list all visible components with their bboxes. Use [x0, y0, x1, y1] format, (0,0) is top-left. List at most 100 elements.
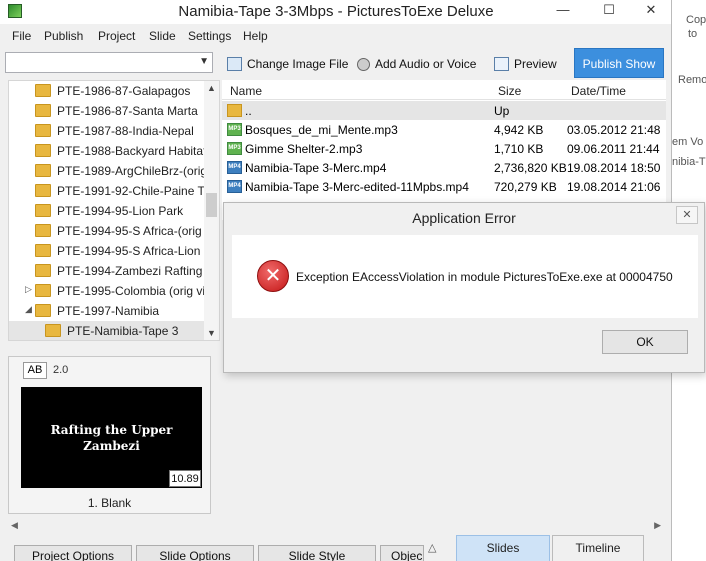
close-button[interactable]: ✕	[636, 0, 666, 22]
column-date[interactable]: Date/Time	[571, 84, 626, 98]
bg-text: Remo	[678, 74, 706, 86]
folder-open-icon	[45, 324, 61, 337]
column-name[interactable]: Name	[230, 84, 262, 98]
mp4-file-icon: MP4	[227, 161, 242, 174]
error-dialog: Application Error ✕ ✕ Exception EAccessV…	[223, 202, 705, 373]
tree-item[interactable]: PTE-1986-87-Galapagos	[9, 81, 205, 101]
tree-item[interactable]: PTE-1986-87-Santa Marta	[9, 101, 205, 121]
slide-options-button[interactable]: Slide Options	[136, 545, 254, 561]
slide-thumbnail[interactable]: Rafting the Upper Zambezi 10.89	[21, 387, 202, 488]
dialog-close-button[interactable]: ✕	[676, 206, 698, 224]
file-row[interactable]: MP3 Bosques_de_mi_Mente.mp3 4,942 KB 03.…	[222, 120, 666, 139]
minimize-button[interactable]: —	[548, 0, 578, 22]
tab-timeline[interactable]: Timeline	[552, 535, 644, 561]
file-name: Namibia-Tape 3-Merc.mp4	[245, 161, 387, 175]
preview-icon	[494, 57, 509, 71]
folder-icon	[35, 84, 51, 97]
folder-icon	[35, 244, 51, 257]
tree-item-label: PTE-1987-88-India-Nepal	[57, 124, 194, 138]
bg-text: to	[688, 28, 698, 40]
horizontal-scrollbar[interactable]: ◀ ▶	[8, 519, 664, 533]
mp4-file-icon: MP4	[227, 180, 242, 193]
project-options-button[interactable]: Project Options	[14, 545, 132, 561]
slide-list[interactable]: AB 2.0 Rafting the Upper Zambezi 10.89 1…	[8, 356, 211, 514]
tree-item[interactable]: PTE-1994-95-S Africa-(orig v	[9, 221, 205, 241]
publish-show-button[interactable]: Publish Show	[574, 48, 664, 78]
tree-item-label: PTE-1986-87-Santa Marta	[57, 104, 198, 118]
dialog-title: Application Error	[412, 210, 516, 226]
file-row[interactable]: MP4 Namibia-Tape 3-Merc.mp4 2,736,820 KB…	[222, 158, 666, 177]
slide-style-button[interactable]: Slide Style	[258, 545, 376, 561]
file-date: 19.08.2014 21:06	[567, 180, 661, 194]
tree-item[interactable]: PTE-1989-ArgChileBrz-(orig	[9, 161, 205, 181]
slide-duration: 10.89	[169, 470, 201, 487]
menu-settings[interactable]: Settings	[188, 29, 231, 43]
file-size: Up	[494, 104, 510, 118]
tab-slides[interactable]: Slides	[456, 535, 550, 561]
bg-text: Cop	[686, 14, 706, 26]
scroll-thumb[interactable]	[206, 193, 217, 217]
tree-item[interactable]: PTE-1994-95-Lion Park	[9, 201, 205, 221]
chevron-down-icon[interactable]: ▼	[199, 56, 209, 67]
tree-item[interactable]: ◢ PTE-1997-Namibia	[9, 301, 205, 321]
objects-button[interactable]: Objec	[380, 545, 424, 561]
menu-help[interactable]: Help	[243, 29, 268, 43]
tree-item[interactable]: ▷ PTE-1995-Colombia (orig vi	[9, 281, 205, 301]
menu-file[interactable]: File	[12, 29, 31, 43]
collapse-icon[interactable]: ◢	[25, 304, 32, 315]
folder-icon	[35, 224, 51, 237]
tree-item-label: PTE-1997-Namibia	[57, 304, 160, 318]
change-image-button[interactable]: Change Image File	[227, 54, 348, 74]
column-size[interactable]: Size	[498, 84, 521, 98]
file-list[interactable]: Name Size Date/Time .. Up MP3 Bosques_de…	[222, 80, 666, 220]
add-audio-label: Add Audio or Voice	[375, 57, 477, 71]
menu-publish[interactable]: Publish	[44, 29, 83, 43]
menu-slide[interactable]: Slide	[149, 29, 176, 43]
collapse-panel-icon[interactable]: △	[428, 541, 436, 554]
slide-transition-time: 2.0	[53, 364, 69, 376]
add-audio-button[interactable]: Add Audio or Voice	[357, 54, 476, 74]
tree-item-selected[interactable]: PTE-Namibia-Tape 3	[9, 321, 205, 340]
slide-caption-line2: Zambezi	[83, 439, 140, 453]
folder-tree[interactable]: PTE-1986-87-Galapagos PTE-1986-87-Santa …	[8, 80, 220, 341]
menubar: File Publish Project Slide Settings Help	[0, 26, 671, 48]
scroll-up-icon[interactable]: ▲	[207, 83, 216, 93]
ok-button[interactable]: OK	[602, 330, 688, 354]
file-date: 03.05.2012 21:48	[567, 123, 661, 137]
tree-item[interactable]: PTE-1987-88-India-Nepal	[9, 121, 205, 141]
scroll-left-icon[interactable]: ◀	[11, 520, 18, 531]
ab-badge[interactable]: AB	[23, 362, 47, 379]
file-size: 720,279 KB	[494, 180, 557, 194]
menu-project[interactable]: Project	[98, 29, 135, 43]
tree-item-label: PTE-1994-95-Lion Park	[57, 204, 184, 218]
file-date: 09.06.2011 21:44	[567, 142, 660, 156]
file-size: 4,942 KB	[494, 123, 544, 137]
preview-label: Preview	[514, 57, 557, 71]
file-row[interactable]: MP4 Namibia-Tape 3-Merc-edited-11Mpbs.mp…	[222, 177, 666, 196]
tree-item[interactable]: PTE-1988-Backyard Habitat	[9, 141, 205, 161]
dialog-body: ✕ Exception EAccessViolation in module P…	[232, 235, 698, 318]
scroll-down-icon[interactable]: ▼	[207, 328, 216, 338]
tree-item[interactable]: PTE-1994-95-S Africa-Lion k	[9, 241, 205, 261]
preview-button[interactable]: Preview	[494, 54, 557, 74]
slide-label: 1. Blank	[87, 496, 132, 510]
tree-scrollbar[interactable]: ▲ ▼	[204, 81, 219, 340]
error-message: Exception EAccessViolation in module Pic…	[296, 270, 673, 284]
mp3-file-icon: MP3	[227, 142, 242, 155]
scroll-right-icon[interactable]: ▶	[654, 520, 661, 531]
file-name: Namibia-Tape 3-Merc-edited-11Mpbs.mp4	[245, 180, 469, 194]
file-name: ..	[245, 104, 252, 118]
folder-icon	[35, 304, 51, 317]
file-row[interactable]: MP3 Gimme Shelter-2.mp3 1,710 KB 09.06.2…	[222, 139, 666, 158]
maximize-button[interactable]: ☐	[594, 0, 624, 22]
tree-item[interactable]: PTE-1994-Zambezi Rafting	[9, 261, 205, 281]
titlebar: Namibia-Tape 3-3Mbps - PicturesToExe Del…	[0, 0, 671, 24]
slide-caption: Rafting the Upper Zambezi	[21, 422, 202, 454]
expand-icon[interactable]: ▷	[25, 284, 32, 295]
bg-text: nibia-T	[672, 156, 706, 168]
tree-item[interactable]: PTE-1991-92-Chile-Paine To	[9, 181, 205, 201]
folder-icon	[35, 144, 51, 157]
folder-combo[interactable]: ▼	[5, 52, 213, 73]
file-size: 2,736,820 KB	[494, 161, 567, 175]
file-row[interactable]: .. Up	[222, 101, 666, 120]
